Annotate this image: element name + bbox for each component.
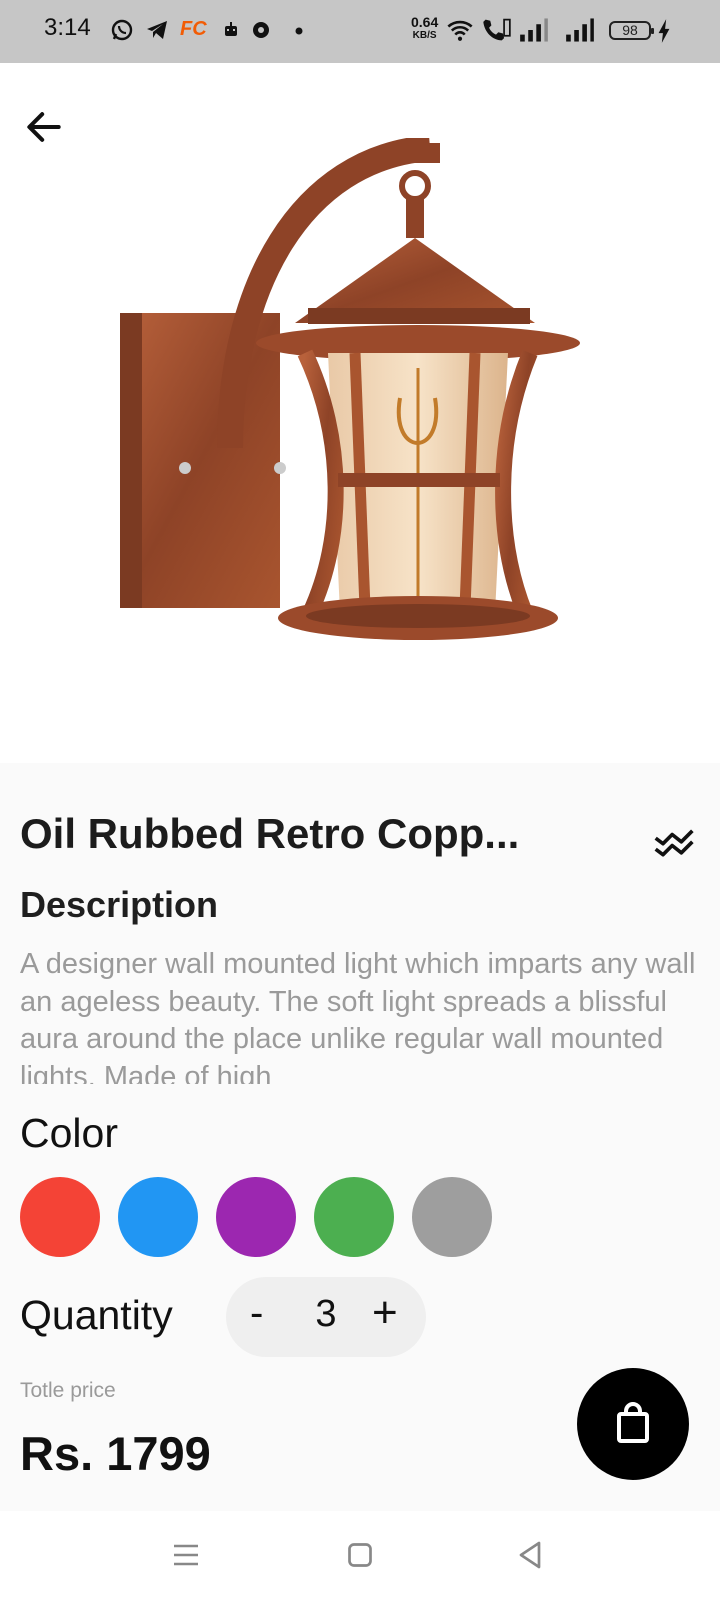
volte-call-icon [483, 18, 511, 41]
dot-icon [295, 27, 303, 35]
fc-app-icon: FC [180, 18, 207, 40]
chrome-icon [253, 22, 269, 38]
charging-icon [658, 19, 670, 43]
net-speed: 0.64 KB/S [411, 14, 439, 41]
description-text: A designer wall mounted light which impa… [20, 948, 696, 1084]
product-title: Oil Rubbed Retro Copp... [20, 810, 520, 857]
shopping-bag-icon [617, 1402, 649, 1443]
quantity-label: Quantity [20, 1292, 173, 1338]
description-heading: Description [20, 884, 219, 925]
system-nav-bar [0, 1511, 720, 1600]
add-to-cart-button[interactable] [577, 1368, 689, 1480]
increase-quantity-button[interactable]: + [372, 1288, 398, 1338]
status-time: 3:14 [44, 14, 91, 41]
whatsapp-icon [111, 19, 133, 41]
battery-indicator: 98 [609, 21, 654, 40]
status-bar: 3:14 FC 0.64 KB/S 98 [0, 0, 720, 63]
telegram-icon [147, 21, 167, 39]
quantity-value: 3 [315, 1293, 337, 1335]
color-swatch-grey[interactable] [412, 1177, 492, 1257]
color-swatch-purple[interactable] [216, 1177, 296, 1257]
signal-icon [566, 18, 594, 42]
total-price-label: Totle price [20, 1379, 116, 1402]
compare-icon[interactable] [652, 818, 696, 862]
product-image-area [0, 63, 720, 763]
total-price-value: Rs. 1799 [20, 1427, 211, 1480]
color-swatch-green[interactable] [314, 1177, 394, 1257]
quantity-stepper: - 3 + [226, 1277, 426, 1357]
color-swatch-blue[interactable] [118, 1177, 198, 1257]
home-icon[interactable] [342, 1537, 378, 1573]
robot-icon [225, 22, 237, 36]
signal-icon [520, 18, 548, 42]
product-image [120, 138, 580, 640]
back-arrow-icon[interactable] [22, 105, 66, 149]
color-swatch-red[interactable] [20, 1177, 100, 1257]
color-heading: Color [20, 1110, 118, 1156]
wifi-icon [447, 20, 473, 41]
decrease-quantity-button[interactable]: - [250, 1291, 263, 1336]
menu-icon[interactable] [168, 1537, 204, 1573]
back-icon[interactable] [512, 1537, 548, 1573]
